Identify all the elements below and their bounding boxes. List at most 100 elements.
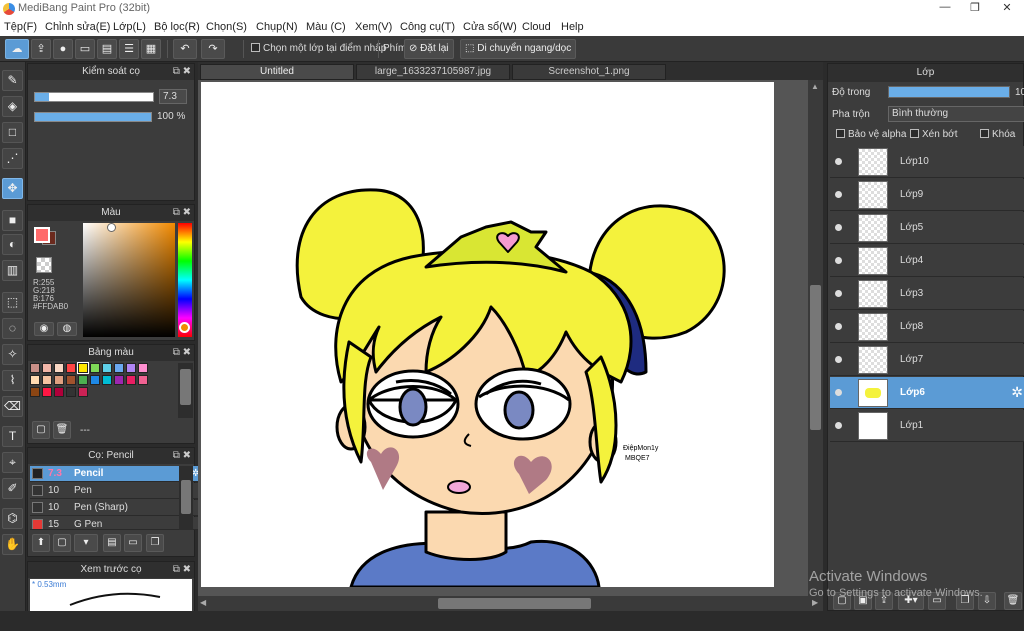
visibility-icon[interactable]	[835, 422, 842, 429]
palette-swatch[interactable]	[138, 375, 148, 385]
vertical-scroll-thumb[interactable]	[810, 285, 821, 430]
layer-row[interactable]: Lớp6 ✲	[830, 377, 1024, 409]
visibility-icon[interactable]	[835, 224, 842, 231]
menu-color[interactable]: Màu (C)	[306, 21, 346, 33]
bucket-tool-icon[interactable]: ◐	[2, 234, 23, 255]
menu-tools[interactable]: Công cụ(T)	[400, 21, 455, 33]
menu-view[interactable]: Xem(V)	[355, 21, 392, 33]
panel-close-icon[interactable]: ⧉ ✖	[173, 562, 191, 578]
panel-close-icon[interactable]: ⧉ ✖	[173, 448, 191, 464]
message-icon[interactable]: ▭	[75, 39, 95, 59]
visibility-icon[interactable]	[835, 290, 842, 297]
cloud-icon[interactable]: ☁	[5, 39, 29, 59]
palette-swatch[interactable]	[42, 363, 52, 373]
move-tool-icon[interactable]: ✥	[2, 178, 23, 199]
gradient-tool-icon[interactable]: ▥	[2, 260, 23, 281]
duplicate-icon[interactable]: ❐	[146, 534, 164, 552]
color-wheel-icon[interactable]: ◍	[57, 322, 77, 336]
visibility-icon[interactable]	[835, 389, 842, 396]
menu-layer[interactable]: Lớp(L)	[113, 21, 146, 33]
layer-row[interactable]: Lớp3	[830, 278, 1024, 310]
visibility-icon[interactable]	[835, 323, 842, 330]
palette-swatch[interactable]	[114, 375, 124, 385]
trash-icon[interactable]: 🗑	[53, 421, 71, 439]
palette-swatch[interactable]	[66, 363, 76, 373]
new-brush-icon[interactable]: ▢	[53, 534, 71, 552]
palette-swatch[interactable]	[54, 387, 64, 397]
canvas-horizontal-scrollbar[interactable]: ◀ ▶	[198, 596, 823, 611]
gear-icon[interactable]: ✲	[1011, 384, 1023, 401]
layer-row[interactable]: Lớp5	[830, 212, 1024, 244]
palette-swatch[interactable]	[42, 387, 52, 397]
clipping-checkbox[interactable]: Xén bớt	[910, 129, 957, 140]
layer-row[interactable]: Lớp10	[830, 146, 1024, 178]
layer-row[interactable]: Lớp1	[830, 410, 1024, 442]
visibility-icon[interactable]	[835, 191, 842, 198]
restore-button[interactable]: ❐	[960, 1, 990, 14]
select-layer-on-click-checkbox[interactable]: Chọn một lớp tại điểm nhấp	[251, 43, 386, 54]
tab-untitled[interactable]: Untitled	[200, 64, 354, 80]
fill-rect-tool-icon[interactable]: ■	[2, 210, 23, 231]
visibility-icon[interactable]	[835, 158, 842, 165]
palette-swatch[interactable]	[42, 375, 52, 385]
palette-swatch[interactable]	[54, 375, 64, 385]
saturation-value-picker[interactable]	[83, 223, 175, 337]
menu-file[interactable]: Tệp(F)	[4, 21, 37, 33]
tab-large-jpg[interactable]: large_1633237105987.jpg	[356, 64, 510, 80]
brush-item[interactable]: 10 Pen (Sharp)	[30, 500, 202, 516]
brush-item[interactable]: 7.3 Pencil ✲	[30, 466, 202, 482]
brush-file-icon[interactable]: ▤	[103, 534, 121, 552]
hue-slider[interactable]	[178, 223, 192, 337]
visibility-icon[interactable]	[835, 356, 842, 363]
grid-icon[interactable]: ▦	[141, 39, 161, 59]
lock-checkbox[interactable]: Khóa	[980, 129, 1015, 140]
add-brush-icon[interactable]: ⬆	[32, 534, 50, 552]
palette-scrollbar[interactable]	[178, 363, 193, 418]
palette-swatch[interactable]	[114, 363, 124, 373]
visibility-icon[interactable]	[835, 257, 842, 264]
protect-alpha-checkbox[interactable]: Bảo vệ alpha	[836, 129, 906, 140]
move-horizontal-vertical-button[interactable]: ⬚ Di chuyển ngang/dọc	[460, 39, 577, 59]
palette-swatch[interactable]	[78, 387, 88, 397]
brush-item[interactable]: 15 G Pen	[30, 517, 202, 530]
panel-close-icon[interactable]: ⧉ ✖	[173, 345, 191, 361]
brush-scrollbar[interactable]	[179, 466, 193, 530]
share-icon[interactable]: ⇪	[31, 39, 51, 59]
list-icon[interactable]: ☰	[119, 39, 139, 59]
folder-icon[interactable]: ▭	[124, 534, 142, 552]
color-mode-icon[interactable]: ◉	[34, 322, 54, 336]
menu-select[interactable]: Chọn(S)	[206, 21, 247, 33]
scroll-up-icon[interactable]: ▲	[811, 82, 819, 91]
panel-close-icon[interactable]: ⧉ ✖	[173, 205, 191, 221]
hue-handle[interactable]	[179, 322, 190, 333]
document-icon[interactable]: ▤	[97, 39, 117, 59]
menu-filter[interactable]: Bộ lọc(R)	[154, 21, 200, 33]
picker-cursor[interactable]	[107, 223, 116, 232]
brush-tool-icon[interactable]: ✎	[2, 70, 23, 91]
scroll-left-icon[interactable]: ◀	[200, 598, 206, 607]
select-tool-icon[interactable]: ⬚	[2, 292, 23, 313]
dot-tool-icon[interactable]: ⋰	[2, 148, 23, 169]
redo-icon[interactable]: ↷	[201, 39, 225, 59]
eyedropper-tool-icon[interactable]: ⌬	[2, 508, 23, 529]
brush-menu-icon[interactable]: ▾	[74, 534, 98, 552]
reset-button[interactable]: ⊘ Đặt lại	[404, 39, 454, 59]
new-palette-icon[interactable]: ▢	[32, 421, 50, 439]
primary-color-swatch[interactable]	[34, 227, 50, 243]
operation-tool-icon[interactable]: ⌖	[2, 452, 23, 473]
brush-size-value[interactable]: 7.3	[159, 89, 187, 104]
layer-row[interactable]: Lớp7	[830, 344, 1024, 376]
palette-swatch[interactable]	[30, 387, 40, 397]
brush-opacity-slider[interactable]	[34, 112, 152, 122]
lasso-tool-icon[interactable]: ◌	[2, 318, 23, 339]
menu-help[interactable]: Help	[561, 21, 584, 33]
brush-size-slider[interactable]	[34, 92, 154, 102]
menu-window[interactable]: Cửa sổ(W)	[463, 21, 517, 33]
layer-opacity-slider[interactable]	[888, 86, 1010, 98]
select-pen-tool-icon[interactable]: ⌇	[2, 370, 23, 391]
layer-row[interactable]: Lớp8	[830, 311, 1024, 343]
panel-close-icon[interactable]: ⧉ ✖	[173, 64, 191, 80]
palette-swatch[interactable]	[126, 375, 136, 385]
select-eraser-tool-icon[interactable]: ⌫	[2, 396, 23, 417]
canvas-vertical-scrollbar[interactable]: ▲	[808, 80, 823, 596]
